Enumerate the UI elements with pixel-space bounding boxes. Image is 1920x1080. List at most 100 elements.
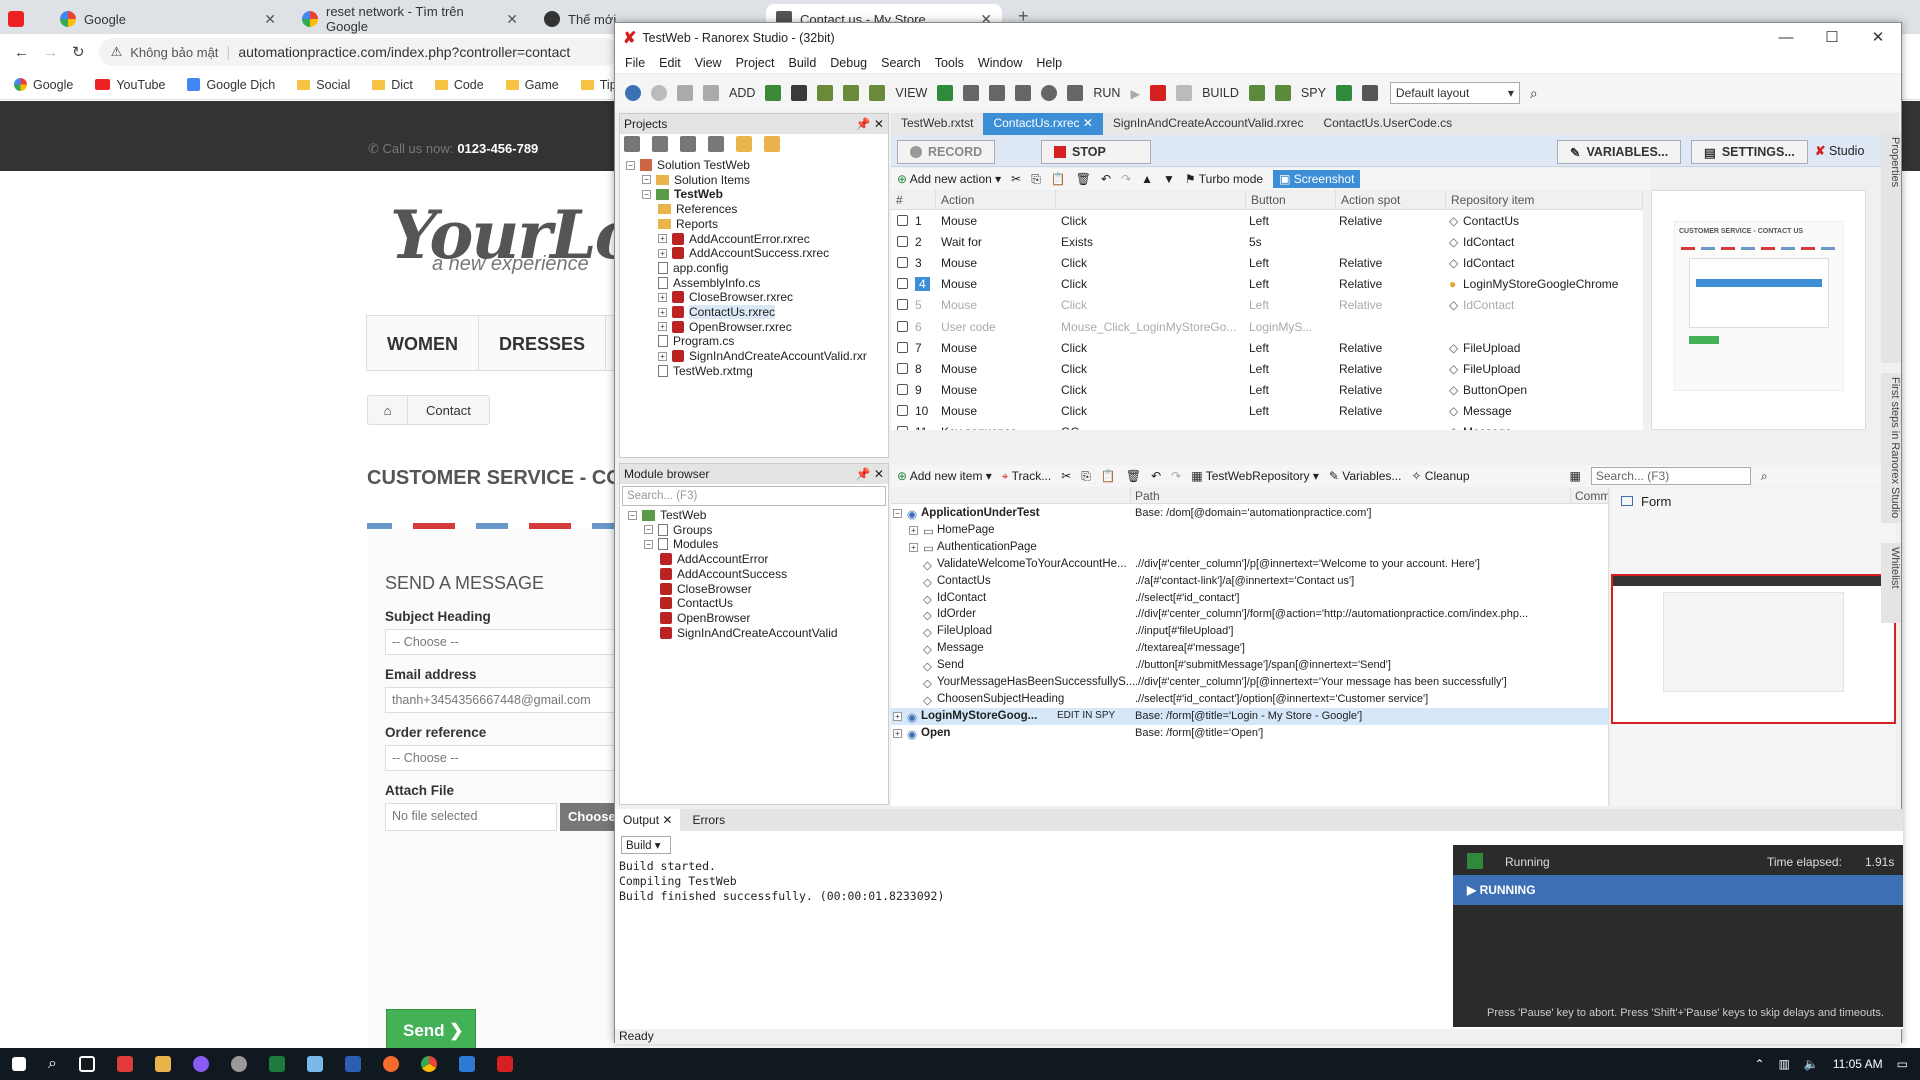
spy-icon[interactable] — [1335, 85, 1352, 101]
youtube-icon[interactable] — [8, 4, 24, 34]
app-icon[interactable] — [344, 1056, 361, 1072]
copy-icon[interactable]: ⎘ — [1031, 172, 1041, 187]
view-toggle-icon[interactable]: ▦ — [1570, 469, 1581, 483]
menu-view[interactable]: View — [695, 56, 722, 70]
turbo-mode-button[interactable]: ⚑ Turbo mode — [1185, 172, 1263, 186]
layout-select[interactable]: Default layout ▾ — [1389, 82, 1520, 104]
close-icon[interactable]: ✕ — [264, 11, 276, 28]
expander-icon[interactable]: + — [893, 711, 902, 721]
action-row[interactable]: 2 Wait for Exists 5s IdContact ◇ — [891, 232, 1643, 253]
order-select[interactable]: -- Choose -- — [385, 745, 625, 771]
expander-icon[interactable]: + — [909, 542, 918, 552]
expander-icon[interactable]: + — [893, 728, 902, 738]
add-repo-icon[interactable] — [869, 85, 886, 101]
add-recording-icon[interactable] — [791, 85, 808, 101]
redo-icon[interactable]: ↷ — [1171, 469, 1181, 483]
build-label[interactable]: BUILD — [1202, 86, 1239, 100]
cleanup-button[interactable]: ✧ Cleanup — [1411, 469, 1469, 483]
repository-row[interactable]: + ▭ AuthenticationPage — [891, 539, 1608, 556]
project-tree-item[interactable]: − Solution Items — [642, 173, 750, 187]
action-row[interactable]: 10 Mouse Click Left Relative Message ◇ — [891, 401, 1643, 422]
project-tree-item[interactable]: + OpenBrowser.rxrec — [658, 320, 792, 334]
search-icon[interactable]: ⌕ — [1761, 469, 1768, 484]
forward-icon[interactable] — [651, 85, 667, 101]
add-new-action-button[interactable]: ⊕ Add new action ▾ — [897, 172, 1001, 186]
project-tree-item[interactable]: References — [658, 202, 737, 216]
module-tree-item[interactable]: OpenBrowser — [660, 611, 750, 625]
shield-icon[interactable] — [1041, 85, 1058, 101]
variables-button[interactable]: ✎ VARIABLES... — [1557, 140, 1682, 164]
expander-icon[interactable]: − — [628, 510, 637, 520]
bookmark-youtube[interactable]: YouTube — [95, 78, 165, 92]
project-tree-item[interactable]: Program.cs — [658, 334, 734, 348]
action-row[interactable]: 9 Mouse Click Left Relative ButtonOpen ◇ — [891, 380, 1643, 401]
add-label[interactable]: ADD — [729, 86, 755, 100]
paste-icon[interactable]: 📋 — [1051, 172, 1066, 186]
expander-icon[interactable]: − — [893, 509, 902, 518]
repository-row[interactable]: ◇ ChoosenSubjectHeading .//select[#'id_con… — [891, 691, 1608, 708]
open-folder-icon[interactable] — [764, 136, 780, 152]
vscode-icon[interactable] — [458, 1056, 475, 1072]
tab-usercode[interactable]: ContactUs.UserCode.cs — [1313, 113, 1462, 135]
action-row[interactable]: 1 Mouse Click Left Relative ContactUs ◇ — [891, 211, 1643, 232]
project-tree-item[interactable]: + ContactUs.rxrec — [658, 305, 776, 319]
play-icon[interactable]: ▶ — [1130, 86, 1140, 101]
add-new-item-button[interactable]: ⊕ Add new item ▾ — [897, 469, 992, 483]
module-tree-item[interactable]: AddAccountSuccess — [660, 567, 787, 581]
repository-row[interactable]: ◇ IdContact .//select[#'id_contact'] — [891, 590, 1608, 607]
close-icon[interactable]: 📌 ✕ — [856, 467, 884, 481]
redo-icon[interactable]: ↷ — [1121, 172, 1131, 186]
variables-button[interactable]: ✎ Variables... — [1329, 469, 1402, 483]
menu-project[interactable]: Project — [736, 56, 775, 70]
send-button[interactable]: Send ❯ — [386, 1009, 476, 1053]
spy-label[interactable]: SPY — [1301, 86, 1326, 100]
tab-output[interactable]: Output ✕ — [615, 809, 681, 831]
back-icon[interactable] — [625, 85, 641, 101]
module-search-input[interactable]: Search... (F3) — [622, 486, 886, 506]
build-icon[interactable] — [1248, 85, 1265, 101]
menu-search[interactable]: Search — [881, 56, 921, 70]
tool-icon[interactable] — [652, 136, 668, 152]
paste-icon[interactable]: 📋 — [1101, 469, 1116, 483]
app-icon[interactable] — [382, 1056, 399, 1072]
module-tree-item[interactable]: − TestWeb — [628, 508, 706, 522]
file-name-field[interactable]: No file selected — [385, 803, 557, 831]
email-field[interactable]: thanh+3454356667448@gmail.com — [385, 687, 625, 713]
bookmark-google-dich[interactable]: Google Dịch — [187, 78, 275, 92]
output-source-select[interactable]: Build ▾ — [621, 836, 671, 854]
side-tab-whitelist[interactable]: Whitelist — [1881, 543, 1901, 623]
notification-icon[interactable]: ▭ — [1897, 1057, 1908, 1071]
bookmark-folder-dict[interactable]: Dict — [372, 78, 413, 92]
view-1-icon[interactable] — [937, 85, 954, 101]
repository-row[interactable]: ◇ YourMessageHasBeenSuccessfullyS... .//di… — [891, 674, 1608, 691]
undo-icon[interactable]: ↶ — [1101, 172, 1111, 186]
network-icon[interactable]: ▥ — [1779, 1057, 1790, 1071]
menu-women[interactable]: WOMEN — [367, 316, 479, 370]
app-icon[interactable] — [192, 1056, 209, 1072]
maximize-button[interactable]: ☐ — [1809, 23, 1855, 53]
save-icon[interactable] — [677, 85, 693, 101]
screenshot-button[interactable]: ▣ Screenshot — [1273, 170, 1361, 188]
action-row[interactable]: 8 Mouse Click Left Relative FileUpload ◇ — [891, 359, 1643, 380]
project-tree-item[interactable]: − TestWeb — [642, 187, 723, 201]
expander-icon[interactable]: + — [909, 525, 918, 535]
tool-icon[interactable] — [708, 136, 724, 152]
expander-icon[interactable]: + — [658, 292, 667, 302]
expander-icon[interactable]: − — [644, 525, 653, 535]
project-tree-item[interactable]: TestWeb.rxtmg — [658, 364, 753, 378]
repository-row[interactable]: ◇ IdOrder .//div[#'center_column']/form[@a… — [891, 606, 1608, 623]
module-tree-item[interactable]: AddAccountError — [660, 552, 768, 566]
search-icon[interactable]: ⌕ — [1530, 85, 1538, 102]
side-tab-first-steps[interactable]: First steps in Ranorex Studio — [1881, 373, 1901, 523]
project-tree-item[interactable]: + CloseBrowser.rxrec — [658, 290, 793, 304]
project-tree-item[interactable]: AssemblyInfo.cs — [658, 276, 760, 290]
stop-icon[interactable] — [1150, 85, 1167, 101]
repository-row[interactable]: + ▭ HomePage — [891, 522, 1608, 539]
expander-icon[interactable]: + — [658, 351, 667, 361]
action-row[interactable]: 11 Key sequence GG Message ◇ — [891, 422, 1643, 430]
bookmark-folder-social[interactable]: Social — [297, 78, 350, 92]
settings-icon[interactable] — [1361, 85, 1378, 101]
add-code-icon[interactable] — [817, 85, 834, 101]
view-6-icon[interactable] — [1067, 85, 1084, 101]
volume-icon[interactable]: 🔈 — [1804, 1057, 1819, 1071]
